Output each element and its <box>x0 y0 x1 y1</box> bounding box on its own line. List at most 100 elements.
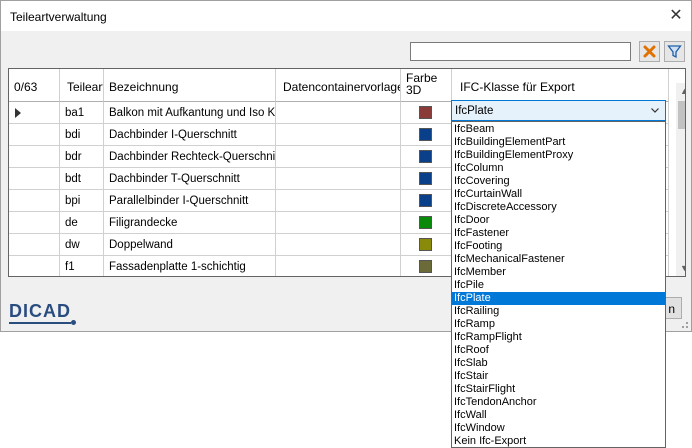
column-header-bezeichnung[interactable]: Bezeichnung <box>104 69 276 102</box>
dropdown-option[interactable]: IfcWall <box>452 409 665 422</box>
cell-container[interactable] <box>276 256 401 276</box>
column-header-ifc-klasse[interactable]: IFC-Klasse für Export <box>452 69 669 102</box>
grid-vertical-scrollbar[interactable]: ▲ ▼ <box>676 83 685 276</box>
resize-grip-icon[interactable] <box>679 319 689 329</box>
cell-color[interactable] <box>401 256 452 276</box>
dropdown-option[interactable]: Kein Ifc-Export <box>452 435 665 448</box>
dropdown-option[interactable]: IfcStairFlight <box>452 383 665 396</box>
window-title: Teileartverwaltung <box>10 10 107 24</box>
cell-container[interactable] <box>276 168 401 190</box>
filter-button[interactable] <box>664 41 685 62</box>
dropdown-option[interactable]: IfcPile <box>452 279 665 292</box>
dropdown-option[interactable]: IfcTendonAnchor <box>452 396 665 409</box>
color-swatch[interactable] <box>419 238 432 251</box>
cell-container[interactable] <box>276 124 401 146</box>
cell-code[interactable]: bdt <box>60 168 104 190</box>
dropdown-option[interactable]: IfcRampFlight <box>452 331 665 344</box>
filter-funnel-icon <box>667 45 682 59</box>
cell-color[interactable] <box>401 168 452 190</box>
close-icon[interactable]: ✕ <box>665 5 687 27</box>
cell-code[interactable]: bpi <box>60 190 104 212</box>
cell-name[interactable]: Parallelbinder I-Querschnitt <box>104 190 276 212</box>
cell-code[interactable]: bdr <box>60 146 104 168</box>
row-header <box>9 168 60 190</box>
dropdown-option[interactable]: IfcDoor <box>452 214 665 227</box>
row-header <box>9 102 60 124</box>
cell-color[interactable] <box>401 212 452 234</box>
color-swatch[interactable] <box>419 260 432 273</box>
logo-text: DICAD <box>9 301 71 321</box>
dropdown-option[interactable]: IfcRamp <box>452 318 665 331</box>
row-header <box>9 256 60 276</box>
cell-name[interactable]: Balkon mit Aufkantung und Iso K... <box>104 102 276 124</box>
cell-color[interactable] <box>401 190 452 212</box>
scroll-thumb[interactable] <box>678 101 685 129</box>
cell-color[interactable] <box>401 234 452 256</box>
dropdown-option[interactable]: IfcSlab <box>452 357 665 370</box>
dropdown-option[interactable]: IfcBuildingElementPart <box>452 136 665 149</box>
search-input[interactable] <box>410 42 631 61</box>
cell-color[interactable] <box>401 124 452 146</box>
scroll-down-icon[interactable]: ▼ <box>676 260 685 276</box>
ok-button-label: n <box>668 302 675 316</box>
cell-container[interactable] <box>276 102 401 124</box>
cell-container[interactable] <box>276 234 401 256</box>
cell-code[interactable]: bdi <box>60 124 104 146</box>
color-swatch[interactable] <box>419 106 432 119</box>
logo-underline <box>9 322 71 324</box>
cell-name[interactable]: Dachbinder T-Querschnitt <box>104 168 276 190</box>
dropdown-option[interactable]: IfcRailing <box>452 305 665 318</box>
cell-name[interactable]: Fassadenplatte 1-schichtig <box>104 256 276 276</box>
color-swatch[interactable] <box>419 150 432 163</box>
cell-name[interactable]: Doppelwand <box>104 234 276 256</box>
dropdown-option[interactable]: IfcFastener <box>452 227 665 240</box>
cell-name[interactable]: Filigrandecke <box>104 212 276 234</box>
dropdown-option[interactable]: IfcCurtainWall <box>452 188 665 201</box>
cell-container[interactable] <box>276 212 401 234</box>
column-header-farbe-3d[interactable]: Farbe 3D <box>401 69 452 102</box>
dropdown-option[interactable]: IfcWindow <box>452 422 665 435</box>
dropdown-option[interactable]: IfcColumn <box>452 162 665 175</box>
dropdown-option[interactable]: IfcMember <box>452 266 665 279</box>
dropdown-option[interactable]: IfcBeam <box>452 123 665 136</box>
row-header <box>9 124 60 146</box>
cell-code[interactable]: dw <box>60 234 104 256</box>
current-row-arrow-icon <box>15 108 21 118</box>
cell-container[interactable] <box>276 146 401 168</box>
color-swatch[interactable] <box>419 216 432 229</box>
title-bar: Teileartverwaltung ✕ <box>1 1 691 31</box>
row-header <box>9 146 60 168</box>
cell-code[interactable]: de <box>60 212 104 234</box>
cell-container[interactable] <box>276 190 401 212</box>
dropdown-option[interactable]: IfcRoof <box>452 344 665 357</box>
scroll-up-icon[interactable]: ▲ <box>676 83 685 100</box>
cell-name[interactable]: Dachbinder Rechteck-Querschnitt <box>104 146 276 168</box>
column-header-farbe-line2: 3D <box>406 83 422 97</box>
color-swatch[interactable] <box>419 128 432 141</box>
dropdown-option[interactable]: IfcPlate <box>452 292 665 305</box>
dropdown-option[interactable]: IfcCovering <box>452 175 665 188</box>
chevron-down-icon[interactable] <box>649 104 661 116</box>
dropdown-option[interactable]: IfcMechanicalFastener <box>452 253 665 266</box>
dropdown-option[interactable]: IfcStair <box>452 370 665 383</box>
dropdown-option[interactable]: IfcFooting <box>452 240 665 253</box>
clear-filter-button[interactable] <box>639 41 660 62</box>
ifc-class-selected-value: IfcPlate <box>455 105 494 117</box>
row-header <box>9 212 60 234</box>
row-header <box>9 190 60 212</box>
column-header-datencontainervorlage[interactable]: Datencontainervorlage <box>276 69 401 102</box>
ifc-class-dropdown-list[interactable]: IfcBeam IfcBuildingElementPart IfcBuilding… <box>451 121 666 448</box>
color-swatch[interactable] <box>419 194 432 207</box>
cell-name[interactable]: Dachbinder I-Querschnitt <box>104 124 276 146</box>
cell-code[interactable]: f1 <box>60 256 104 276</box>
column-header-teileart[interactable]: Teileart <box>60 69 104 102</box>
cell-code[interactable]: ba1 <box>60 102 104 124</box>
row-header <box>9 234 60 256</box>
ifc-class-combobox[interactable]: IfcPlate <box>451 100 666 121</box>
logo-dot <box>71 320 76 325</box>
color-swatch[interactable] <box>419 172 432 185</box>
cell-color[interactable] <box>401 102 452 124</box>
cell-color[interactable] <box>401 146 452 168</box>
dropdown-option[interactable]: IfcDiscreteAccessory <box>452 201 665 214</box>
dropdown-option[interactable]: IfcBuildingElementProxy <box>452 149 665 162</box>
